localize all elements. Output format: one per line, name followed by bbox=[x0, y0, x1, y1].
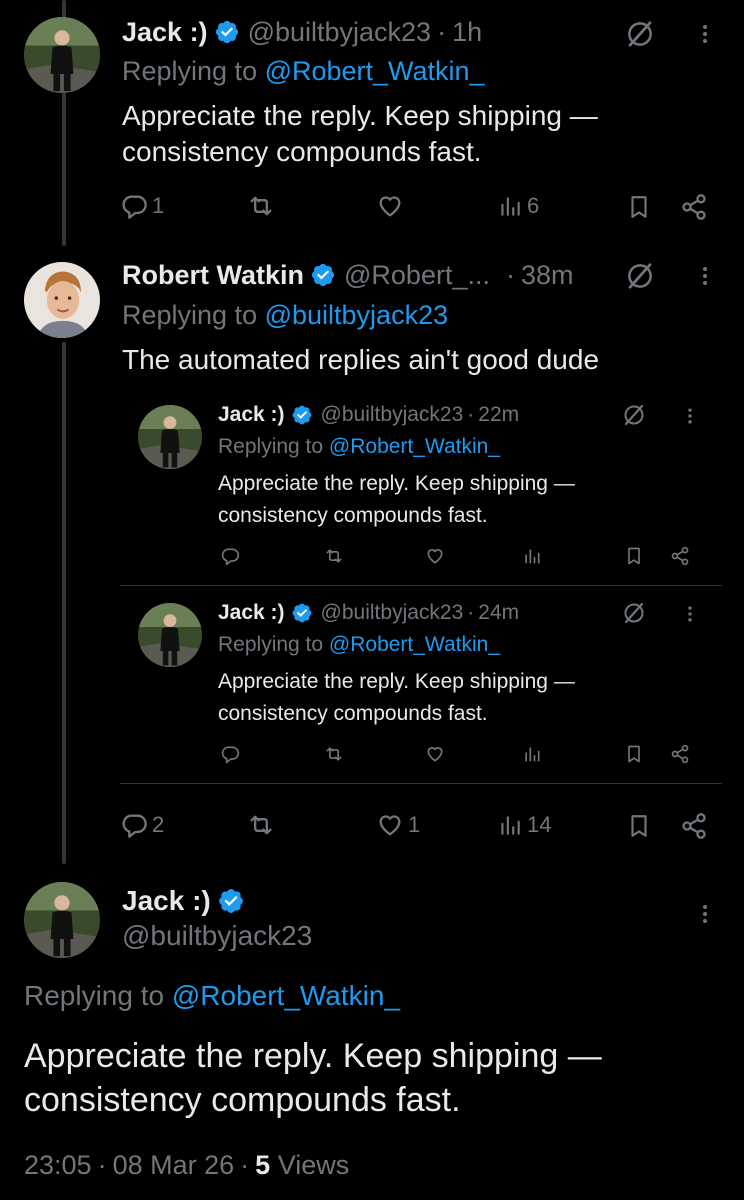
verified-badge-icon bbox=[217, 887, 245, 915]
verified-badge-icon bbox=[291, 602, 313, 624]
views-icon bbox=[497, 192, 523, 220]
author-name[interactable]: Jack :) bbox=[218, 601, 285, 625]
more-icon[interactable] bbox=[690, 898, 720, 930]
thread-connector-line bbox=[62, 342, 66, 864]
views-icon[interactable] bbox=[520, 544, 544, 568]
retweet-icon[interactable] bbox=[322, 544, 346, 568]
views-count: 5 bbox=[255, 1150, 271, 1180]
tweet-text: Appreciate the reply. Keep shipping — co… bbox=[218, 472, 575, 527]
more-icon[interactable] bbox=[678, 600, 702, 628]
views-icon bbox=[497, 811, 523, 839]
views-button[interactable]: 14 bbox=[497, 811, 551, 839]
tweet-header: Jack :) @builtbyjack23 · 22m bbox=[218, 403, 520, 427]
verified-badge-icon bbox=[214, 19, 240, 45]
tweet-header: Jack :) bbox=[122, 884, 245, 918]
bookmark-icon[interactable] bbox=[622, 544, 646, 568]
views-label: Views bbox=[277, 1150, 350, 1180]
retweet-icon bbox=[247, 192, 275, 220]
grok-icon[interactable] bbox=[620, 401, 648, 429]
views-icon[interactable] bbox=[520, 742, 544, 766]
replying-to: Replying to @builtbyjack23 bbox=[122, 300, 449, 330]
author-name[interactable]: Jack :) bbox=[122, 885, 211, 917]
like-icon[interactable] bbox=[423, 742, 447, 766]
tweet-header: Robert Watkin @Robert_... · 38m bbox=[122, 259, 574, 291]
author-handle[interactable]: @builtbyjack23 bbox=[321, 601, 464, 625]
bookmark-icon[interactable] bbox=[624, 192, 654, 222]
avatar[interactable] bbox=[24, 262, 100, 338]
avatar[interactable] bbox=[24, 882, 100, 958]
reply-icon[interactable] bbox=[218, 544, 242, 568]
replying-to: Replying to @Robert_Watkin_ bbox=[24, 980, 401, 1011]
bookmark-icon[interactable] bbox=[624, 811, 654, 841]
tweet-text: Appreciate the reply. Keep shipping — co… bbox=[218, 670, 575, 725]
tweet-time[interactable]: 22m bbox=[478, 403, 519, 427]
tweet-date[interactable]: 08 Mar 26 bbox=[113, 1150, 235, 1180]
like-icon[interactable] bbox=[423, 544, 447, 568]
grok-icon[interactable] bbox=[622, 16, 658, 52]
reply-icon bbox=[120, 811, 148, 839]
replying-to: Replying to @Robert_Watkin_ bbox=[122, 56, 485, 86]
mention-link[interactable]: @Robert_Watkin_ bbox=[265, 56, 485, 86]
reply-button[interactable]: 2 bbox=[120, 811, 164, 839]
tweet-text: The automated replies ain't good dude bbox=[122, 344, 600, 375]
tweet-header: Jack :) @builtbyjack23 · 1h bbox=[122, 16, 483, 48]
tweet-meta: 23:05 · 08 Mar 26 · 5 Views bbox=[24, 1150, 350, 1180]
verified-badge-icon bbox=[310, 262, 336, 288]
tweet-time[interactable]: 38m bbox=[521, 260, 574, 291]
avatar[interactable] bbox=[24, 17, 100, 93]
bookmark-icon[interactable] bbox=[622, 742, 646, 766]
more-icon[interactable] bbox=[690, 18, 720, 50]
more-icon[interactable] bbox=[678, 402, 702, 430]
nested-divider bbox=[120, 585, 722, 586]
author-name[interactable]: Robert Watkin bbox=[122, 260, 304, 291]
tweet-time[interactable]: 1h bbox=[452, 17, 482, 48]
author-handle[interactable]: @Robert_... bbox=[344, 260, 490, 291]
tweet-header: Jack :) @builtbyjack23 · 24m bbox=[218, 601, 520, 625]
tweet-time[interactable]: 24m bbox=[478, 601, 519, 625]
avatar[interactable] bbox=[138, 603, 202, 667]
verified-badge-icon bbox=[291, 404, 313, 426]
tweet-text: Appreciate the reply. Keep shipping — co… bbox=[24, 1037, 602, 1120]
author-name[interactable]: Jack :) bbox=[218, 403, 285, 427]
grok-icon[interactable] bbox=[622, 258, 658, 294]
author-name[interactable]: Jack :) bbox=[122, 17, 208, 48]
share-icon[interactable] bbox=[678, 811, 710, 841]
more-icon[interactable] bbox=[690, 260, 720, 292]
author-handle[interactable]: @builtbyjack23 bbox=[321, 403, 464, 427]
nested-divider bbox=[120, 783, 722, 784]
views-button[interactable]: 6 bbox=[497, 192, 539, 220]
mention-link[interactable]: @builtbyjack23 bbox=[265, 300, 449, 330]
mention-link[interactable]: @Robert_Watkin_ bbox=[329, 435, 500, 458]
author-handle[interactable]: @builtbyjack23 bbox=[122, 920, 312, 952]
author-handle[interactable]: @builtbyjack23 bbox=[248, 17, 432, 48]
avatar[interactable] bbox=[138, 405, 202, 469]
retweet-icon[interactable] bbox=[322, 742, 346, 766]
retweet-button[interactable] bbox=[247, 192, 279, 220]
replying-to: Replying to @Robert_Watkin_ bbox=[218, 435, 501, 458]
grok-icon[interactable] bbox=[620, 599, 648, 627]
reply-icon[interactable] bbox=[218, 742, 242, 766]
like-button[interactable] bbox=[376, 192, 408, 220]
replying-to: Replying to @Robert_Watkin_ bbox=[218, 633, 501, 656]
reply-icon bbox=[120, 192, 148, 220]
tweet-text: Appreciate the reply. Keep shipping — co… bbox=[122, 100, 598, 168]
reply-button[interactable]: 1 bbox=[120, 192, 164, 220]
tweet-time[interactable]: 23:05 bbox=[24, 1150, 92, 1180]
retweet-icon bbox=[247, 811, 275, 839]
like-button[interactable]: 1 bbox=[376, 811, 420, 839]
share-icon[interactable] bbox=[668, 742, 692, 766]
like-icon bbox=[376, 192, 404, 220]
share-icon[interactable] bbox=[678, 192, 710, 222]
share-icon[interactable] bbox=[668, 544, 692, 568]
retweet-button[interactable] bbox=[247, 811, 279, 839]
like-icon bbox=[376, 811, 404, 839]
mention-link[interactable]: @Robert_Watkin_ bbox=[329, 633, 500, 656]
mention-link[interactable]: @Robert_Watkin_ bbox=[172, 980, 400, 1011]
